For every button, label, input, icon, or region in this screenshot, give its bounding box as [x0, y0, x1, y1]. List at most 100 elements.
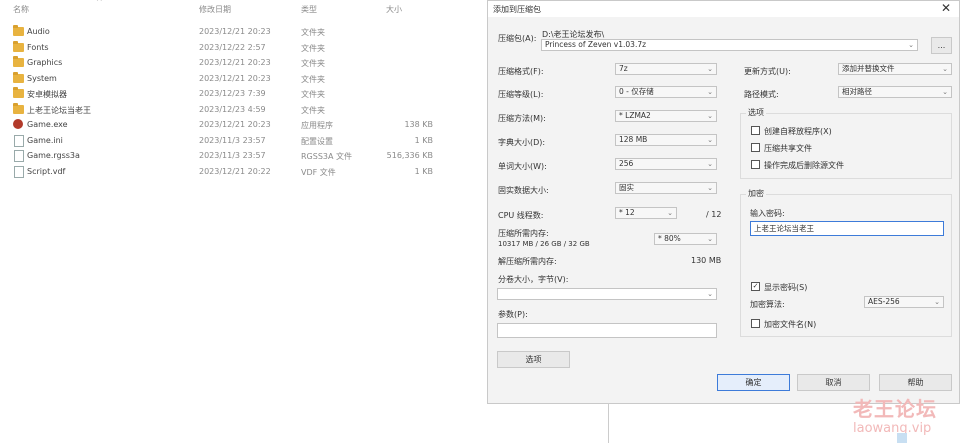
file-name: Game.rgss3a	[27, 151, 80, 160]
file-name: 上老王论坛当老王	[27, 105, 91, 115]
file-name: Script.vdf	[27, 166, 66, 176]
sfx-checkbox[interactable]	[751, 126, 760, 135]
file-row[interactable]: Fonts 2023/12/22 2:57 文件夹	[0, 40, 487, 56]
folder-icon	[13, 56, 24, 67]
chevron-down-icon: ⌄	[707, 235, 713, 243]
column-header-name[interactable]: 名称	[13, 4, 29, 16]
chevron-down-icon: ⌄	[707, 290, 713, 298]
cpu-value: * 12	[619, 208, 635, 217]
mem-value: * 80%	[658, 234, 681, 243]
show-password-checkbox[interactable]: ✓	[751, 282, 760, 291]
path-mode-value: 相对路径	[842, 87, 872, 96]
show-password-label: 显示密码(S)	[764, 283, 808, 292]
password-input[interactable]: 上老王论坛当老王	[750, 221, 944, 236]
enc-method-select[interactable]: AES-256 ⌄	[864, 296, 944, 308]
delete-after-checkbox[interactable]	[751, 160, 760, 169]
ok-button[interactable]: 确定	[717, 374, 790, 391]
column-header-type[interactable]: 类型	[301, 4, 317, 16]
params-input[interactable]	[497, 323, 717, 338]
chevron-down-icon: ⌄	[707, 136, 713, 144]
dialog-titlebar: 添加到压缩包 ✕	[488, 1, 959, 17]
browse-button[interactable]: ...	[931, 37, 952, 54]
chevron-down-icon: ⌄	[667, 209, 673, 217]
word-select[interactable]: 256 ⌄	[615, 158, 717, 170]
chevron-down-icon: ⌄	[942, 65, 948, 73]
cpu-total: / 12	[706, 210, 722, 219]
solid-value: 固实	[619, 183, 634, 192]
encrypt-names-checkbox[interactable]	[751, 319, 760, 328]
sfx-label: 创建自释放程序(X)	[764, 127, 832, 136]
update-value: 添加并替换文件	[842, 64, 895, 73]
method-select[interactable]: * LZMA2 ⌄	[615, 110, 717, 122]
chevron-down-icon: ⌄	[707, 112, 713, 120]
file-row[interactable]: Game.ini 2023/11/3 23:57 配置设置 1 KB	[0, 134, 487, 149]
file-size: 516,336 KB	[386, 151, 433, 160]
file-row[interactable]: Script.vdf 2023/12/21 20:22 VDF 文件 1 KB	[0, 165, 487, 180]
file-row[interactable]: 安卓模拟器 2023/12/23 7:39 文件夹	[0, 87, 487, 102]
encryption-group-title: 加密	[746, 188, 766, 199]
file-type: 文件夹	[301, 105, 325, 115]
watermark-logo: 老王论坛	[853, 397, 937, 421]
column-header-date[interactable]: 修改日期	[199, 4, 231, 16]
file-date: 2023/12/21 20:23	[199, 27, 271, 36]
file-row[interactable]: System 2023/12/21 20:23 文件夹	[0, 71, 487, 87]
file-row[interactable]: Game.rgss3a 2023/11/3 23:57 RGSS3A 文件 516,3…	[0, 149, 487, 164]
enc-method-label: 加密算法:	[750, 300, 785, 309]
column-header-size[interactable]: 大小	[386, 4, 402, 16]
password-label: 输入密码:	[750, 209, 785, 218]
file-name: Game.exe	[27, 120, 68, 129]
dict-select[interactable]: 128 MB ⌄	[615, 134, 717, 146]
cancel-button[interactable]: 取消	[797, 374, 870, 391]
shared-files-checkbox[interactable]	[751, 143, 760, 152]
file-size: 1 KB	[414, 166, 433, 176]
watermark-url: laowang.vip	[853, 421, 932, 436]
file-icon	[14, 134, 24, 147]
folder-icon	[13, 87, 24, 98]
file-type: 配置设置	[301, 136, 333, 146]
options-button[interactable]: 选项	[497, 351, 570, 368]
file-row[interactable]: 上老王论坛当老王 2023/12/23 4:59 文件夹	[0, 102, 487, 118]
file-row[interactable]: Audio 2023/12/21 20:23 文件夹	[0, 25, 487, 40]
folder-icon	[13, 40, 24, 52]
close-icon[interactable]: ✕	[941, 1, 951, 15]
split-select[interactable]: ⌄	[497, 288, 717, 300]
method-label: 压缩方法(M):	[498, 114, 546, 123]
split-label: 分卷大小，字节(V):	[498, 275, 569, 284]
file-name: 安卓模拟器	[27, 90, 67, 99]
file-row[interactable]: Graphics 2023/12/21 20:23 文件夹	[0, 56, 487, 71]
file-type: VDF 文件	[301, 167, 336, 177]
dict-label: 字典大小(D):	[498, 138, 546, 147]
dict-value: 128 MB	[619, 135, 648, 144]
format-value: 7z	[619, 64, 628, 73]
file-name: Game.ini	[27, 135, 63, 145]
delete-after-label: 操作完成后删除源文件	[764, 161, 844, 170]
file-date: 2023/11/3 23:57	[199, 135, 266, 145]
decomp-value: 130 MB	[691, 256, 722, 265]
mem-select[interactable]: * 80% ⌄	[654, 233, 717, 245]
solid-select[interactable]: 固实 ⌄	[615, 182, 717, 194]
archive-name-input[interactable]: Princess of Zeven v1.03.7z ⌄	[541, 39, 918, 51]
word-value: 256	[619, 159, 634, 168]
mem-label: 压缩所需内存:	[498, 229, 549, 238]
add-to-archive-dialog: 添加到压缩包 ✕ 压缩包(A): D:\老王论坛发布\ Princess of …	[487, 0, 960, 404]
update-select[interactable]: 添加并替换文件 ⌄	[838, 63, 952, 75]
file-type: 文件夹	[301, 59, 325, 68]
path-mode-select[interactable]: 相对路径 ⌄	[838, 86, 952, 98]
dialog-title: 添加到压缩包	[493, 5, 541, 14]
format-select[interactable]: 7z ⌄	[615, 63, 717, 75]
file-type: 文件夹	[301, 43, 325, 53]
exe-icon	[13, 119, 23, 129]
file-name: System	[27, 73, 57, 83]
file-icon	[14, 150, 24, 162]
cpu-label: CPU 线程数:	[498, 211, 544, 220]
file-date: 2023/12/21 20:22	[199, 166, 271, 176]
file-row[interactable]: Game.exe 2023/12/21 20:23 应用程序 138 KB	[0, 118, 487, 133]
update-label: 更新方式(U):	[744, 67, 791, 76]
help-button[interactable]: 帮助	[879, 374, 952, 391]
file-name: Audio	[27, 27, 50, 36]
file-date: 2023/11/3 23:57	[199, 151, 266, 160]
level-select[interactable]: 0 - 仅存储 ⌄	[615, 86, 717, 98]
selection-fragment	[897, 433, 907, 443]
path-mode-label: 路径模式:	[744, 90, 779, 99]
cpu-select[interactable]: * 12 ⌄	[615, 207, 677, 219]
